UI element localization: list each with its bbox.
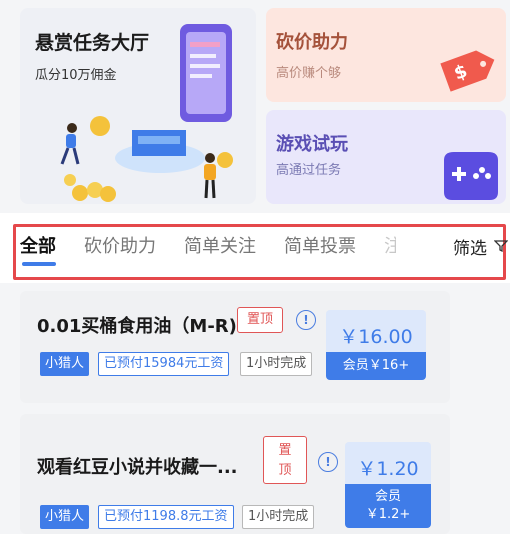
tag-prepaid: 已预付15984元工资 <box>98 352 230 376</box>
reward-price-box[interactable]: ￥16.00 会员￥16+ <box>326 310 426 380</box>
tab-bargain[interactable]: 砍价助力 <box>84 232 156 258</box>
tag-hunter: 小猎人 <box>40 352 90 376</box>
game-trial-card[interactable]: 游戏试玩 高通过任务 <box>266 110 506 204</box>
bounty-illustration <box>60 24 233 202</box>
pinned-badge-line1: 置 <box>278 443 292 458</box>
member-price: 会员 ￥1.2+ <box>345 484 431 528</box>
reward-price: ￥1.20 <box>357 458 419 480</box>
tag-duration: 1小时完成 <box>240 352 313 376</box>
bargain-subtitle: 高价赚个够 <box>276 66 342 81</box>
game-trial-title: 游戏试玩 <box>276 134 348 155</box>
active-tab-indicator <box>22 262 56 266</box>
bargain-title: 砍价助力 <box>276 32 348 53</box>
gamepad-icon <box>444 152 498 200</box>
tag-prepaid: 已预付1198.8元工资 <box>98 505 234 529</box>
pinned-badge-line2: 顶 <box>278 463 292 478</box>
pinned-badge: 置顶 <box>237 307 283 333</box>
info-icon[interactable]: ! <box>318 452 338 472</box>
member-price: 会员￥16+ <box>326 352 426 380</box>
pinned-badge: 置 顶 <box>263 436 307 484</box>
reward-price: ￥16.00 <box>339 326 413 348</box>
tag-hunter: 小猎人 <box>40 505 90 529</box>
game-trial-subtitle: 高通过任务 <box>276 163 342 178</box>
member-price-label: 会员 <box>374 489 401 504</box>
price-tag-icon: $ <box>440 50 495 92</box>
tab-simple-vote[interactable]: 简单投票 <box>284 232 356 258</box>
reward-price-box[interactable]: ￥1.20 会员 ￥1.2+ <box>345 442 431 528</box>
info-icon[interactable]: ! <box>296 310 316 330</box>
tab-register-partial[interactable]: 注 <box>384 232 396 258</box>
tag-duration: 1小时完成 <box>242 505 315 529</box>
tab-simple-follow[interactable]: 简单关注 <box>184 232 256 258</box>
filter-button[interactable]: 筛选 <box>453 234 487 259</box>
member-price-value: ￥1.2+ <box>365 507 411 522</box>
bargain-card[interactable]: 砍价助力 高价赚个够 $ <box>266 8 506 102</box>
task-title[interactable]: 观看红豆小说并收藏一... <box>37 453 238 479</box>
task-title[interactable]: 0.01买桶食用油（M-R) <box>37 312 237 338</box>
filter-icon[interactable] <box>494 240 508 252</box>
bounty-hall-card[interactable]: 悬赏任务大厅 瓜分10万佣金 <box>20 8 256 204</box>
tab-all[interactable]: 全部 <box>20 232 56 258</box>
